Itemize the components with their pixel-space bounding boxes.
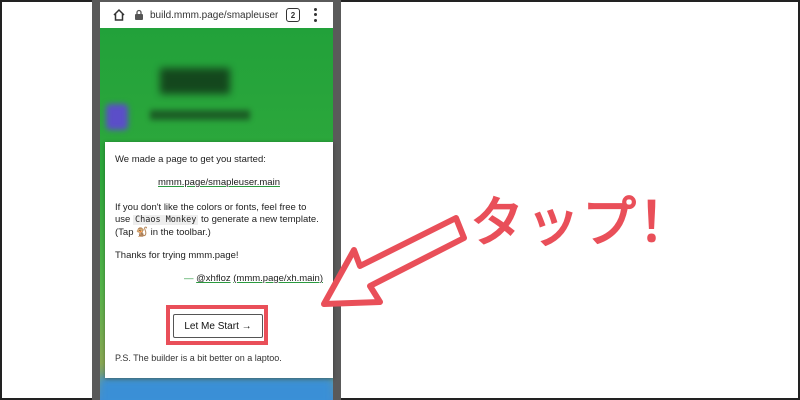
browser-address-bar: build.mmm.page/smapleuser.m 2 xyxy=(100,2,333,28)
tap-annotation-label: タップ！ xyxy=(470,191,694,254)
signature-dash: — xyxy=(184,272,194,284)
blurred-title xyxy=(160,68,230,94)
blurred-subtitle xyxy=(150,110,250,120)
lock-icon xyxy=(132,8,146,22)
home-icon[interactable] xyxy=(110,6,128,24)
blurred-bottom-element xyxy=(100,378,333,400)
url-field[interactable]: build.mmm.page/smapleuser.m xyxy=(150,10,278,21)
dialog-intro: We made a page to get you started: xyxy=(115,154,266,165)
author-handle-link[interactable]: @xhfloz xyxy=(196,273,230,284)
highlight-box xyxy=(166,305,268,345)
dialog-ps: P.S. The builder is a bit better on a la… xyxy=(115,353,282,363)
dialog-signature: — @xhfloz (mmm.page/xh.main) xyxy=(115,273,323,286)
pointer-arrow-icon xyxy=(321,215,467,307)
page-link[interactable]: mmm.page/smapleuser.main xyxy=(115,177,323,190)
dialog-customize-text: If you don't like the colors or fonts, f… xyxy=(115,202,323,240)
dialog-thanks: Thanks for trying mmm.page! xyxy=(115,250,239,262)
blurred-avatar xyxy=(106,104,128,130)
menu-icon[interactable] xyxy=(310,7,320,23)
chaos-monkey-code: Chaos Monkey xyxy=(132,215,199,226)
tab-count-button[interactable]: 2 xyxy=(286,8,300,22)
